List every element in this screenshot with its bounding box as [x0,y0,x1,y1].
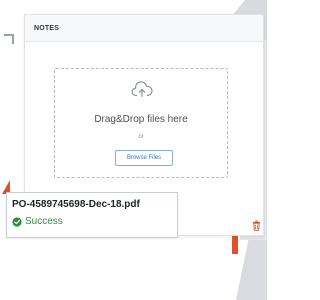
uploaded-file-name: PO-4589745698-Dec-18.pdf [12,199,140,210]
upload-status: Success [12,216,63,227]
check-circle-icon [12,216,22,227]
notes-title: NOTES [34,24,60,32]
upload-status-text: Success [25,216,63,227]
browse-files-button[interactable]: Browse Files [115,150,173,166]
background-shard [236,240,267,300]
upload-status-item: PO-4589745698-Dec-18.pdf Success [6,192,178,238]
corner-mark [4,34,14,44]
cloud-upload-icon [131,81,153,97]
dropzone-or-text: or [138,134,144,140]
file-dropzone[interactable]: Drag&Drop files here or Browse Files [54,68,228,178]
notes-header: NOTES [25,15,263,42]
dropzone-title: Drag&Drop files here [94,114,188,125]
trash-icon[interactable] [252,220,261,231]
